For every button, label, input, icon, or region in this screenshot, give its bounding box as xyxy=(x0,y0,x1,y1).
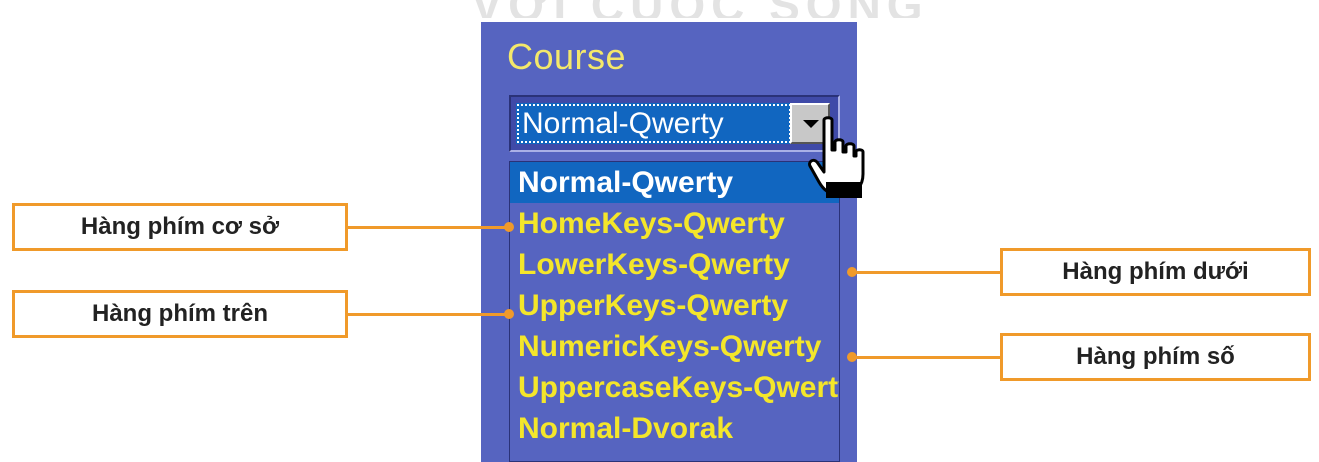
callout-bottom-row: Hàng phím dưới xyxy=(1000,248,1311,296)
course-dropdown[interactable]: Normal-Qwerty xyxy=(509,95,840,152)
course-option-upperkeys-qwerty[interactable]: UpperKeys-Qwerty xyxy=(510,285,839,326)
course-option-uppercasekeys-qwerty[interactable]: UppercaseKeys-Qwerty xyxy=(510,367,839,408)
course-option-normal-dvorak[interactable]: Normal-Dvorak xyxy=(510,408,839,449)
callout-number-row-label: Hàng phím số xyxy=(1076,343,1235,370)
callout-bottom-row-label: Hàng phím dưới xyxy=(1062,258,1249,285)
leader-dot xyxy=(847,352,857,362)
course-panel: Course Normal-Qwerty Normal-Qwerty HomeK… xyxy=(481,22,857,462)
callout-home-row: Hàng phím cơ sở xyxy=(12,203,348,251)
watermark: VỚI CUỘC SỐNG xyxy=(470,0,930,18)
callout-top-row: Hàng phím trên xyxy=(12,290,348,338)
course-options-list[interactable]: Normal-Qwerty HomeKeys-Qwerty LowerKeys-… xyxy=(509,161,840,462)
leader-line xyxy=(853,356,1001,359)
leader-dot xyxy=(504,222,514,232)
course-option-numerickeys-qwerty[interactable]: NumericKeys-Qwerty xyxy=(510,326,839,367)
course-label: Course xyxy=(507,36,627,77)
course-option-lowerkeys-qwerty[interactable]: LowerKeys-Qwerty xyxy=(510,244,839,285)
callout-number-row: Hàng phím số xyxy=(1000,333,1311,381)
leader-line xyxy=(347,313,507,316)
course-option-normal-qwerty[interactable]: Normal-Qwerty xyxy=(510,162,839,203)
callout-home-row-label: Hàng phím cơ sở xyxy=(80,213,280,240)
leader-dot xyxy=(847,267,857,277)
callout-top-row-label: Hàng phím trên xyxy=(91,300,268,327)
leader-line xyxy=(347,226,507,229)
hand-pointer-icon xyxy=(808,116,865,198)
leader-line xyxy=(853,271,1001,274)
course-option-homekeys-qwerty[interactable]: HomeKeys-Qwerty xyxy=(510,203,839,244)
leader-dot xyxy=(504,309,514,319)
course-dropdown-value[interactable]: Normal-Qwerty xyxy=(516,103,792,144)
